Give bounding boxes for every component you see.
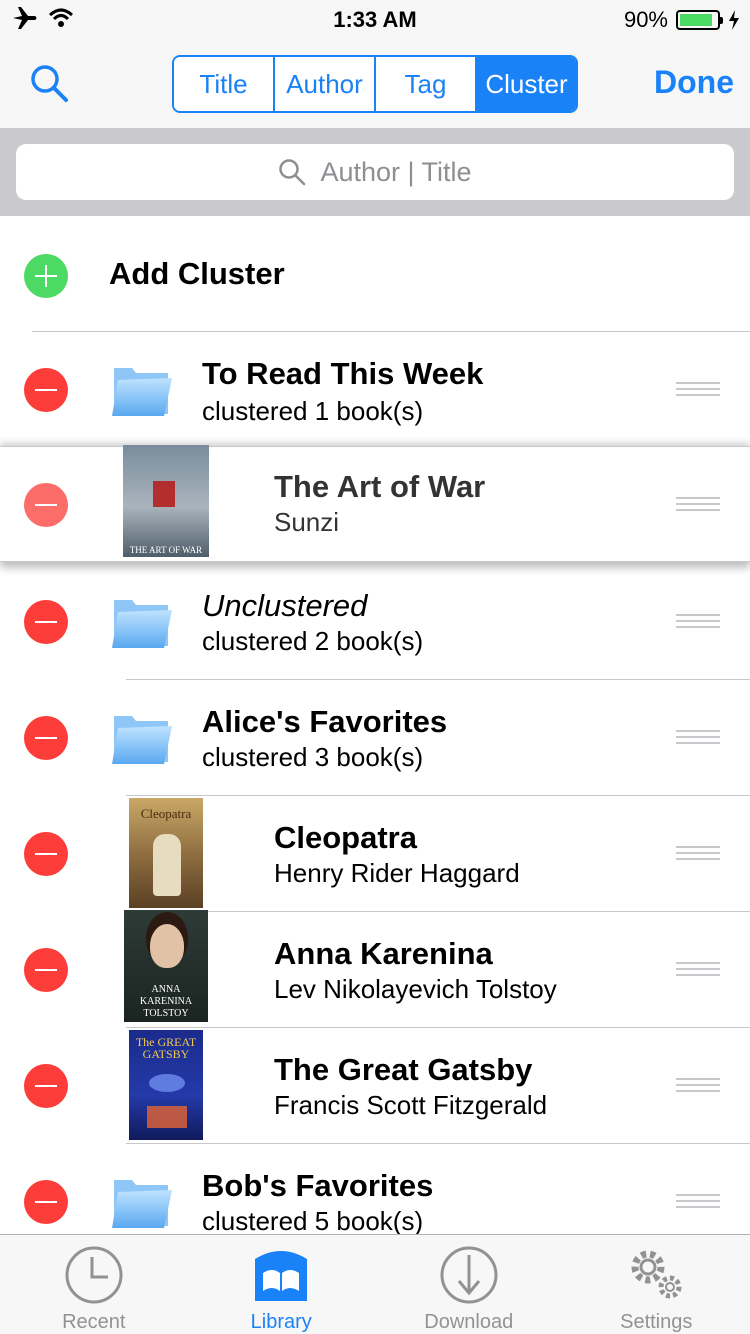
status-right: 90% [624,7,740,33]
reorder-handle-icon[interactable] [676,614,720,628]
book-author: Sunzi [274,507,340,537]
reorder-handle-icon[interactable] [676,730,720,744]
book-title: Anna Karenina [274,936,493,971]
cover-eyes [149,1074,185,1092]
book-author: Francis Scott Fitzgerald [274,1090,548,1120]
cover-title: ANNA KARENINA TOLSTOY [139,984,193,1019]
segment-title[interactable]: Title [174,57,275,111]
folder-icon [112,716,172,764]
cluster-title: Unclustered [202,588,368,623]
search-icon[interactable] [28,62,72,106]
segment-author[interactable]: Author [275,57,376,111]
folder-icon [112,1180,172,1228]
book-cover-image: The GREAT GATSBY [129,1030,203,1140]
book-author: Henry Rider Haggard [274,858,520,888]
add-icon[interactable] [24,254,68,298]
delete-icon[interactable] [24,832,68,876]
reorder-handle-icon[interactable] [676,1194,720,1208]
folder-icon [112,368,172,416]
add-cluster-row[interactable]: Add Cluster [0,216,750,332]
book-icon [255,1251,308,1301]
delete-icon[interactable] [24,1180,68,1224]
delete-icon[interactable] [24,716,68,760]
battery-icon [676,10,723,30]
battery-level [680,14,713,26]
tab-download[interactable]: Download [375,1235,563,1334]
cover-title: THE ART OF WAR [129,545,203,555]
status-bar: 1:33 AM 90% [0,0,750,40]
book-author: Lev Nikolayevich Tolstoy [274,974,557,1004]
clock-icon [65,1246,123,1304]
tab-library[interactable]: Library [188,1235,376,1334]
cover-lights [147,1106,187,1128]
delete-icon[interactable] [24,1064,68,1108]
delete-icon[interactable] [24,600,68,644]
cluster-row[interactable]: To Read This Week clustered 1 book(s) [0,332,750,448]
search-area: Author | Title [0,128,750,216]
gear-icon [631,1250,682,1299]
search-placeholder: Author | Title [320,156,472,187]
search-input[interactable]: Author | Title [16,144,734,200]
cluster-title: Alice's Favorites [202,704,448,739]
tab-settings-label: Settings [620,1311,693,1333]
tab-bar: Recent Library Download Settings [0,1234,750,1334]
cluster-count: clustered 2 book(s) [202,626,424,656]
cluster-title: Bob's Favorites [202,1168,434,1203]
cluster-count: clustered 3 book(s) [202,742,424,772]
cluster-title: To Read This Week [202,356,484,391]
cluster-list: Add Cluster To Read This Week clustered … [0,216,750,1234]
done-button[interactable]: Done [654,64,734,101]
book-title: Cleopatra [274,820,417,855]
cover-seal [153,481,175,507]
reorder-handle-icon[interactable] [676,497,720,511]
book-cover-image: ANNA KARENINA TOLSTOY [124,910,208,1022]
book-cover-image: Cleopatra [129,798,203,908]
delete-icon[interactable] [24,483,68,527]
book-cover-image: THE ART OF WAR [123,445,209,557]
cluster-row[interactable]: Alice's Favorites clustered 3 book(s) [0,680,750,796]
cluster-count: clustered 5 book(s) [202,1206,424,1234]
add-cluster-label: Add Cluster [109,256,285,291]
reorder-handle-icon[interactable] [676,1078,720,1092]
charging-bolt-icon [729,10,739,30]
book-row[interactable]: The GREAT GATSBY The Great Gatsby Franci… [0,1028,750,1144]
segment-cluster[interactable]: Cluster [477,57,576,111]
cover-figure [153,834,181,896]
delete-icon[interactable] [24,948,68,992]
delete-icon[interactable] [24,368,68,412]
folder-icon [112,600,172,648]
cover-title: Cleopatra [140,806,192,821]
cover-portrait [150,924,184,968]
cluster-row[interactable]: Bob's Favorites clustered 5 book(s) [0,1144,750,1234]
reorder-handle-icon[interactable] [676,382,720,396]
book-row[interactable]: ANNA KARENINA TOLSTOY Anna Karenina Lev … [0,910,750,1028]
book-title: The Art of War [274,469,486,504]
battery-percent: 90% [623,7,668,32]
tab-library-label: Library [250,1311,312,1333]
reorder-handle-icon[interactable] [676,962,720,976]
sort-segmented-control: Title Author Tag Cluster [172,55,578,113]
nav-bar: Title Author Tag Cluster Done [0,40,750,128]
tab-download-label: Download [424,1311,514,1333]
book-title: The Great Gatsby [274,1052,533,1087]
cover-title: The GREAT GATSBY [135,1035,197,1061]
download-icon [440,1246,498,1304]
segment-tag[interactable]: Tag [376,57,477,111]
book-row[interactable]: Cleopatra Cleopatra Henry Rider Haggard [0,796,750,912]
tab-settings[interactable]: Settings [563,1235,750,1334]
tab-recent-label: Recent [62,1311,126,1333]
cluster-count: clustered 1 book(s) [202,396,424,426]
search-field-icon [279,159,306,186]
book-row-dragging[interactable]: THE ART OF WAR The Art of War Sunzi [0,445,750,562]
cluster-row[interactable]: Unclustered clustered 2 book(s) [0,564,750,680]
reorder-handle-icon[interactable] [676,846,720,860]
tab-recent[interactable]: Recent [0,1235,188,1334]
